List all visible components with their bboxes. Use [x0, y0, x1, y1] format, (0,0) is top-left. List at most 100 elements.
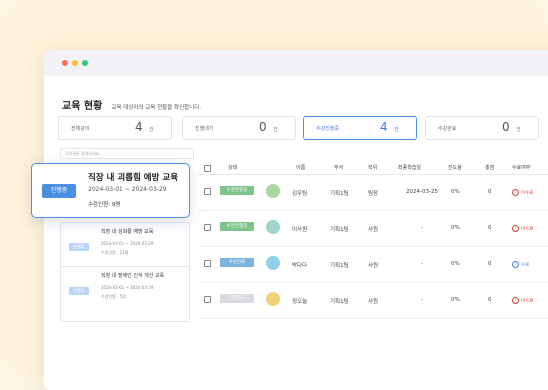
- alert-icon: !: [512, 261, 519, 268]
- course-title: 직장 내 성희롱 예방 교육: [101, 229, 154, 235]
- page-header: 교육 현황 교육 대상자의 교육 현황을 확인합니다.: [62, 94, 201, 113]
- stat-label: 수강완료: [438, 126, 457, 132]
- stat-unit: 건: [149, 127, 154, 133]
- stat-unit: 건: [516, 127, 521, 133]
- row-checkbox[interactable]: [204, 296, 211, 303]
- status-badge: 진행중: [69, 287, 89, 295]
- completion-label: 미수료: [521, 299, 534, 304]
- completion-status: ! 미수료: [512, 189, 533, 196]
- page-subtitle: 교육 대상자의 교육 현황을 확인합니다.: [111, 105, 202, 111]
- status-badge: 진행중: [42, 184, 76, 198]
- completion-status: ! 미수료: [512, 225, 533, 232]
- header-completion: 수료여부: [512, 165, 531, 171]
- avatar: [266, 292, 280, 306]
- table-header: 상태 이름 부서 직위 최종학습일 진도율 총점 수료여부: [198, 160, 548, 175]
- last-study-date: 2024-03-25: [406, 189, 438, 195]
- row-checkbox[interactable]: [204, 188, 211, 195]
- header-progress: 진도율: [448, 165, 462, 171]
- table-row[interactable]: 진행대기 정오늘 기획1팀 사원 -0% 0! 미수료: [198, 282, 548, 319]
- learner-name: 이사원: [292, 227, 308, 233]
- learner-name: 박다다: [292, 263, 308, 269]
- window-titlebar: [44, 50, 548, 76]
- close-dot-icon[interactable]: [62, 60, 68, 66]
- stat-label: 수강진행중: [316, 126, 340, 132]
- learner-position: 사원: [368, 227, 379, 233]
- learner-name: 정오늘: [292, 299, 308, 305]
- total-score: 0: [488, 189, 492, 195]
- avatar: [266, 256, 280, 270]
- progress-rate: 0%: [451, 261, 460, 267]
- total-score: 0: [488, 225, 492, 231]
- header-dept: 부서: [334, 165, 344, 171]
- stat-value: 0: [502, 120, 510, 134]
- course-dates: 2024-03-01 ~ 2024-03-29: [101, 241, 154, 246]
- stat-card-in-progress[interactable]: 수강진행중 4 건: [303, 116, 417, 140]
- alert-icon: !: [512, 225, 519, 232]
- stat-value: 0: [259, 120, 267, 134]
- header-last-study: 최종학습일: [398, 165, 422, 171]
- learner-dept: 기획1팀: [330, 299, 349, 305]
- avatar: [266, 184, 280, 198]
- status-badge: 진행대기: [220, 294, 254, 303]
- course-dates: 2024-03-01 ~ 2024-03-29: [88, 186, 167, 193]
- stat-unit: 건: [394, 127, 399, 133]
- completion-label: 미수료: [521, 191, 534, 196]
- header-name: 이름: [296, 165, 306, 171]
- row-checkbox[interactable]: [204, 224, 211, 231]
- stat-unit: 건: [273, 127, 278, 133]
- last-study-date: -: [421, 297, 423, 303]
- completion-label: 미수료: [521, 227, 534, 232]
- app-window: 교육 현황 교육 대상자의 교육 현황을 확인합니다. 전체강의 4 건 진행대…: [44, 50, 548, 390]
- table-row[interactable]: 수강진행중 이사원 기획1팀 사원 -0% 0! 미수료: [198, 210, 548, 247]
- stat-label: 전체강의: [71, 126, 90, 132]
- status-badge: 수강진행중: [220, 222, 254, 231]
- stat-card-total[interactable]: 전체강의 4 건: [58, 116, 172, 140]
- maximize-dot-icon[interactable]: [82, 60, 88, 66]
- course-card[interactable]: 진행중 직장 내 장애인 인식 개선 교육 2024-03-01 ~ 2024-…: [60, 266, 190, 322]
- completion-status: ! 수료: [512, 261, 529, 268]
- table-row[interactable]: 수강완료 박다다 기획1팀 사원 -0% 0! 수료: [198, 246, 548, 283]
- course-count: 수강인원 : 5명: [101, 294, 126, 299]
- course-count: 수강인원 : 11명: [101, 250, 129, 255]
- status-badge: 수강진행중: [220, 186, 254, 195]
- learner-dept: 기획1팀: [330, 227, 349, 233]
- page-title: 교육 현황: [62, 101, 103, 112]
- minimize-dot-icon[interactable]: [72, 60, 78, 66]
- select-all-checkbox[interactable]: [204, 165, 211, 172]
- completion-status: ! 미수료: [512, 297, 533, 304]
- course-dates: 2024-03-01 ~ 2024-03-29: [101, 285, 154, 290]
- header-score: 총점: [485, 165, 495, 171]
- learner-name: 김우팀: [292, 191, 308, 197]
- progress-rate: 0%: [451, 297, 460, 303]
- header-position: 직위: [368, 165, 378, 171]
- status-badge: 진행중: [69, 243, 89, 251]
- total-score: 0: [488, 261, 492, 267]
- course-search-input[interactable]: 강의명을 검색하세요: [60, 148, 194, 159]
- stat-value: 4: [135, 120, 143, 134]
- table-row[interactable]: 수강진행중 김우팀 기획1팀 팀장 2024-03-25 0% 0! 미수료: [198, 174, 548, 211]
- alert-icon: !: [512, 297, 519, 304]
- learner-position: 팀장: [368, 191, 379, 197]
- header-status: 상태: [228, 165, 238, 171]
- course-title: 직장 내 괴롭힘 예방 교육: [88, 173, 179, 183]
- progress-rate: 0%: [451, 225, 460, 231]
- total-score: 0: [488, 297, 492, 303]
- row-checkbox[interactable]: [204, 260, 211, 267]
- last-study-date: -: [421, 261, 423, 267]
- learner-position: 사원: [368, 263, 379, 269]
- avatar: [266, 220, 280, 234]
- stat-value: 4: [380, 120, 388, 134]
- completion-label: 수료: [521, 263, 530, 268]
- learner-dept: 기획1팀: [330, 191, 349, 197]
- stat-card-waiting[interactable]: 진행대기 0 건: [182, 116, 296, 140]
- progress-rate: 0%: [451, 189, 460, 195]
- learner-dept: 기획1팀: [330, 263, 349, 269]
- stat-card-completed[interactable]: 수강완료 0 건: [425, 116, 539, 140]
- selected-course-card[interactable]: 진행중 직장 내 괴롭힘 예방 교육 2024-03-01 ~ 2024-03-…: [31, 163, 190, 218]
- learner-position: 사원: [368, 299, 379, 305]
- status-badge: 수강완료: [220, 258, 254, 267]
- stat-label: 진행대기: [195, 126, 214, 132]
- alert-icon: !: [512, 189, 519, 196]
- last-study-date: -: [421, 225, 423, 231]
- course-title: 직장 내 장애인 인식 개선 교육: [101, 273, 165, 279]
